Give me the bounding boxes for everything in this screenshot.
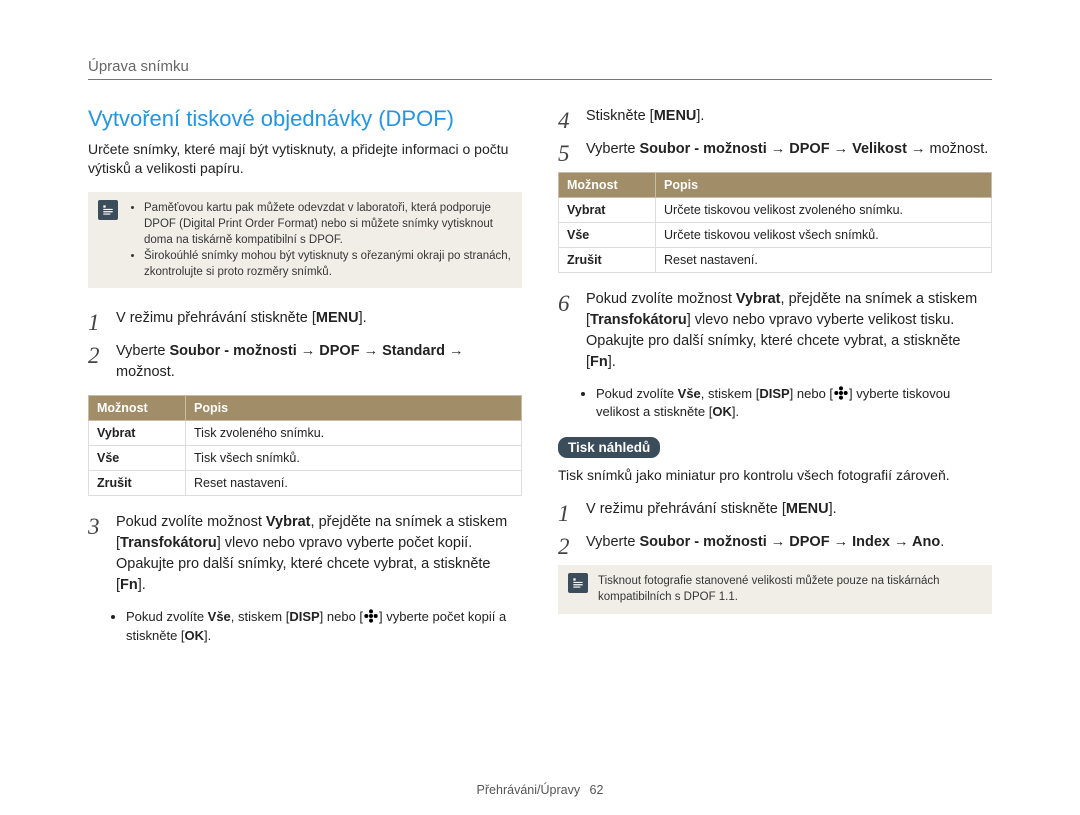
sub-bullet: Pokud zvolíte Vše, stiskem [DISP] nebo […	[596, 385, 992, 421]
step-item: 3 Pokud zvolíte možnost Vybrat, přejděte…	[88, 512, 522, 596]
sub-bullet: Pokud zvolíte Vše, stiskem [DISP] nebo […	[126, 608, 522, 644]
note-box: Tisknout fotografie stanovené velikosti …	[558, 565, 992, 613]
step-item: 6 Pokud zvolíte možnost Vybrat, přejděte…	[558, 289, 992, 373]
step-item: 1 V režimu přehrávání stiskněte [MENU].	[88, 308, 522, 329]
intro-paragraph: Určete snímky, které mají být vytisknuty…	[88, 140, 522, 178]
step-item: 2 Vyberte Soubor - možnosti → DPOF → Ind…	[558, 532, 992, 553]
macro-icon	[833, 385, 849, 401]
options-table-standard: MožnostPopis VybratTisk zvoleného snímku…	[88, 395, 522, 496]
note-bullet: Paměťovou kartu pak můžete odevzdat v la…	[144, 200, 512, 248]
step-item: 5 Vyberte Soubor - možnosti → DPOF → Vel…	[558, 139, 992, 160]
left-column: Vytvoření tiskové objednávky (DPOF) Urče…	[88, 106, 522, 655]
step-item: 1 V režimu přehrávání stiskněte [MENU].	[558, 499, 992, 520]
thumbnails-heading: Tisk náhledů	[558, 437, 660, 458]
step-item: 4 Stiskněte [MENU].	[558, 106, 992, 127]
header-divider	[88, 79, 992, 80]
menu-key: MENU	[316, 310, 359, 326]
info-icon	[568, 573, 588, 593]
note-box: Paměťovou kartu pak můžete odevzdat v la…	[88, 192, 522, 288]
thumbnails-sub: Tisk snímků jako miniatur pro kontrolu v…	[558, 466, 992, 485]
content-columns: Vytvoření tiskové objednávky (DPOF) Urče…	[88, 106, 992, 655]
note-bullet: Širokoúhlé snímky mohou být vytisknuty s…	[144, 248, 512, 280]
menu-path: Soubor - možnosti → DPOF → Standard →	[169, 343, 463, 359]
header-title: Úprava snímku	[88, 58, 992, 79]
info-icon	[98, 200, 118, 220]
manual-page: Úprava snímku Vytvoření tiskové objednáv…	[0, 0, 1080, 815]
step-item: 2 Vyberte Soubor - možnosti → DPOF → Sta…	[88, 341, 522, 383]
options-table-size: MožnostPopis VybratUrčete tiskovou velik…	[558, 172, 992, 273]
section-title: Vytvoření tiskové objednávky (DPOF)	[88, 106, 522, 132]
fn-key: Fn	[120, 577, 138, 593]
page-number: 62	[590, 783, 604, 797]
macro-icon	[363, 608, 379, 624]
right-column: 4 Stiskněte [MENU]. 5 Vyberte Soubor - m…	[558, 106, 992, 655]
page-footer: Přehráváni/Úpravy 62	[0, 783, 1080, 797]
